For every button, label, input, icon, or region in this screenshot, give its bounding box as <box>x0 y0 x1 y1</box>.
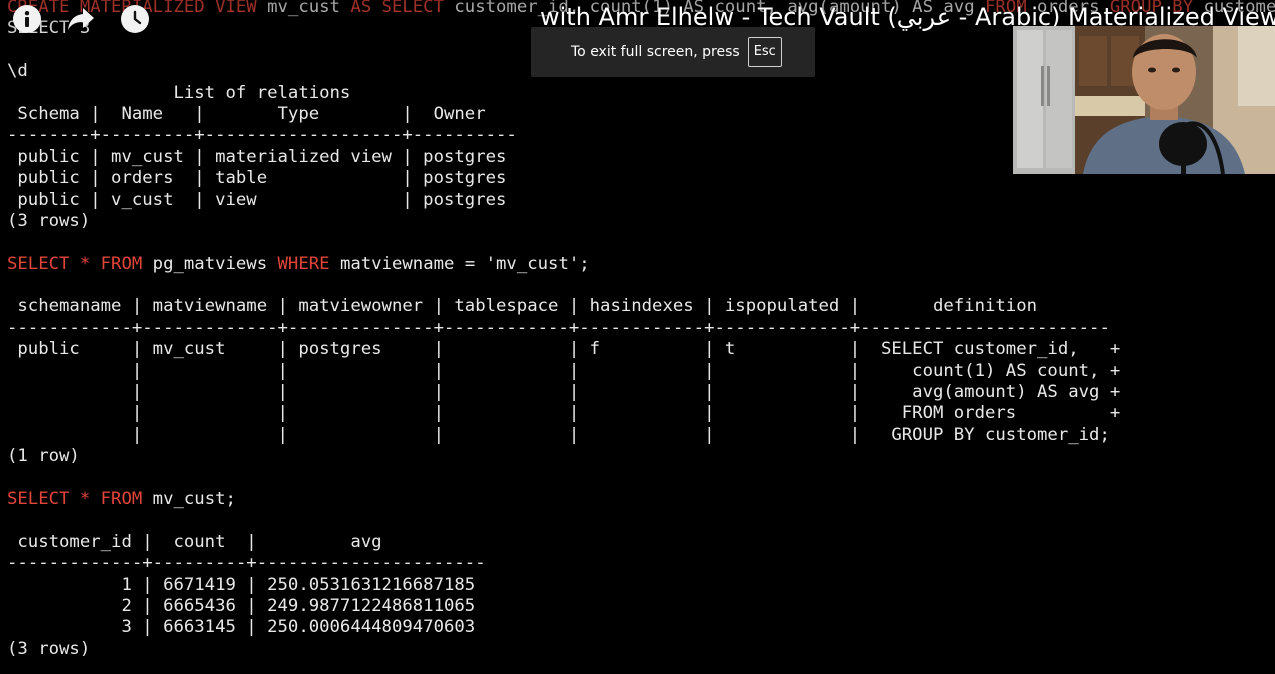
terminal-text: public | mv_cust | materialized view | p… <box>7 146 507 167</box>
terminal-line: (3 rows) <box>7 211 1275 232</box>
terminal-line: 2 | 6665436 | 249.9877122486811065 <box>7 596 1275 617</box>
share-button[interactable] <box>66 4 96 34</box>
terminal-text: customer_id | count | avg <box>7 531 382 552</box>
terminal-text: List of relations <box>7 82 351 103</box>
terminal-line: | | | | | | avg(amount) AS avg + <box>7 382 1275 403</box>
terminal-line: public | mv_cust | postgres | | f | t | … <box>7 339 1275 360</box>
terminal-text: | | | | | | count(1) AS count, + <box>7 360 1121 381</box>
info-icon <box>13 5 41 33</box>
terminal-text: 3 | 6663145 | 250.0006444809470603 <box>7 617 476 638</box>
terminal-text: pg_matviews <box>142 253 278 274</box>
terminal-line: -------------+---------+----------------… <box>7 553 1275 574</box>
terminal-line: customer_id | count | avg <box>7 532 1275 553</box>
sql-keyword: AS SELECT <box>350 0 444 17</box>
terminal-text: \d <box>7 61 28 82</box>
terminal-line: | | | | | | FROM orders + <box>7 403 1275 424</box>
terminal-text: public | v_cust | view | postgres <box>7 189 507 210</box>
terminal-text: -------------+---------+----------------… <box>7 553 486 574</box>
terminal-text: (3 rows) <box>7 638 91 659</box>
terminal-text: | | | | | | avg(amount) AS avg + <box>7 382 1121 403</box>
terminal-text: mv_cust <box>256 0 351 17</box>
terminal-text: | | | | | | FROM orders + <box>7 403 1121 424</box>
terminal-line: | | | | | | count(1) AS count, + <box>7 361 1275 382</box>
video-player-screen[interactable]: CREATE MATERIALIZED VIEW mv_cust AS SELE… <box>0 0 1275 674</box>
terminal-line: (3 rows) <box>7 639 1275 660</box>
terminal-line: schemaname | matviewname | matviewowner … <box>7 296 1275 317</box>
terminal-line: ------------+-------------+-------------… <box>7 318 1275 339</box>
terminal-text: public | mv_cust | postgres | | f | t | … <box>7 339 1121 360</box>
share-arrow-icon <box>68 8 94 30</box>
terminal-line: | | | | | | GROUP BY customer_id; <box>7 425 1275 446</box>
webcam-presenter-video <box>1013 26 1275 174</box>
terminal-line: public | v_cust | view | postgres <box>7 190 1275 211</box>
exit-fullscreen-toast: To exit full screen, press Esc <box>531 27 815 77</box>
clock-icon <box>121 5 149 33</box>
terminal-text: schemaname | matviewname | matviewowner … <box>7 296 1038 317</box>
sql-keyword: WHERE <box>277 253 330 274</box>
terminal-line: 1 | 6671419 | 250.0531631216687185 <box>7 575 1275 596</box>
terminal-text: | | | | | | GROUP BY customer_id; <box>7 424 1110 445</box>
terminal-text: mv_cust; <box>142 488 236 509</box>
terminal-text: matviewname = 'mv_cust'; <box>329 253 590 274</box>
terminal-text: (1 row) <box>7 446 80 467</box>
terminal-text: Schema | Name | Type | Owner <box>7 103 486 124</box>
info-button[interactable] <box>12 4 42 34</box>
terminal-text: --------+---------+-------------------+-… <box>7 125 517 146</box>
terminal-text: 2 | 6665436 | 249.9877122486811065 <box>7 595 476 616</box>
watch-later-button[interactable] <box>120 4 150 34</box>
terminal-text: (3 rows) <box>7 210 91 231</box>
esc-key-badge: Esc <box>747 37 782 67</box>
sql-keyword: SELECT * FROM <box>7 488 143 509</box>
terminal-text: public | orders | table | postgres <box>7 168 507 189</box>
terminal-line: (1 row) <box>7 446 1275 467</box>
sql-keyword: SELECT * FROM <box>7 253 143 274</box>
terminal-line: SELECT * FROM pg_matviews WHERE matviewn… <box>7 254 1275 275</box>
exit-fullscreen-text: To exit full screen, press <box>571 44 740 60</box>
terminal-line: 3 | 6663145 | 250.0006444809470603 <box>7 617 1275 638</box>
terminal-text: ------------+-------------+-------------… <box>7 317 1110 338</box>
terminal-text: 1 | 6671419 | 250.0531631216687185 <box>7 574 476 595</box>
terminal-line: SELECT * FROM mv_cust; <box>7 489 1275 510</box>
